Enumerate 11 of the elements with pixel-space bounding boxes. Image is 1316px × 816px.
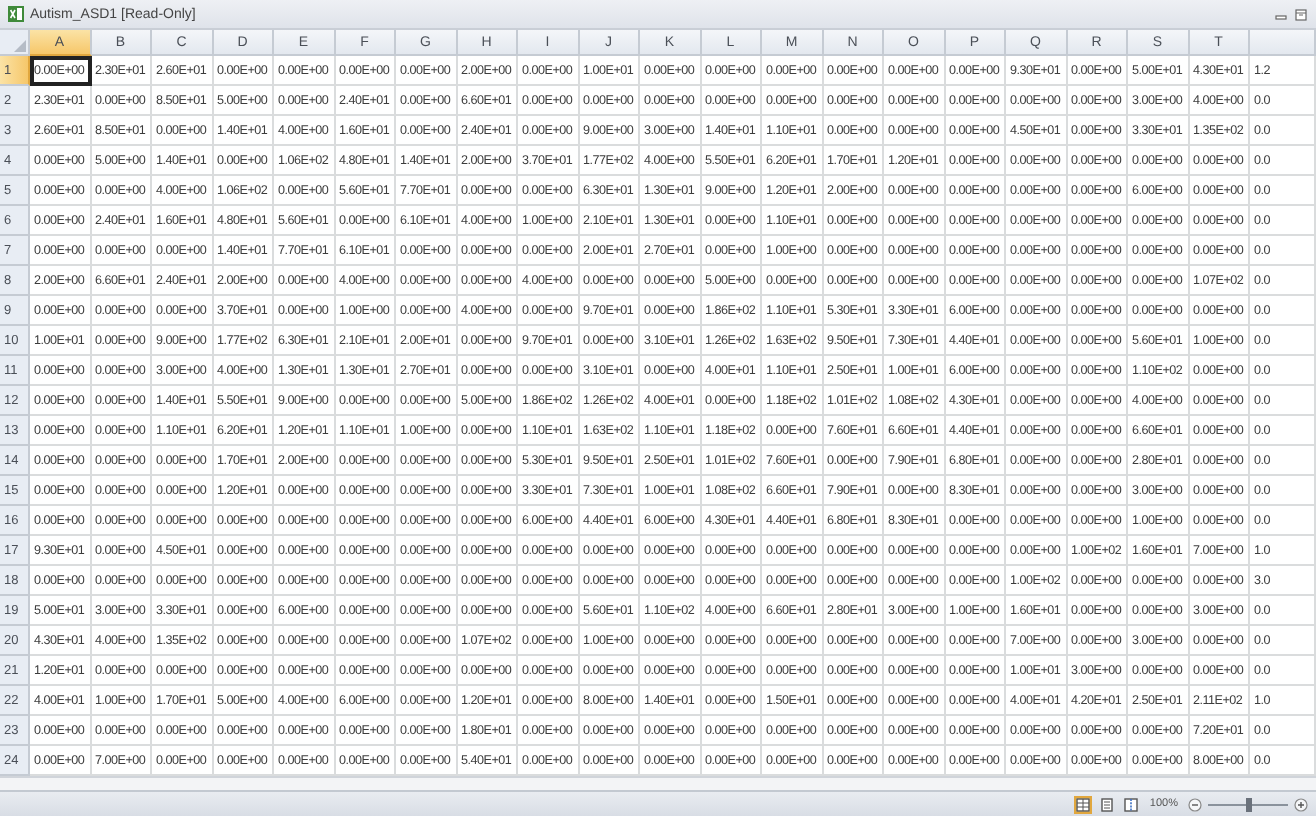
slider-thumb[interactable] bbox=[1245, 797, 1251, 811]
normal-view-icon bbox=[1075, 797, 1090, 811]
zoom-out-icon[interactable] bbox=[1188, 797, 1202, 811]
zoom-in-icon[interactable] bbox=[1294, 797, 1308, 811]
page-break-icon bbox=[1123, 797, 1138, 811]
spreadsheet-icon bbox=[8, 6, 24, 22]
view-button[interactable] bbox=[1097, 795, 1116, 813]
view-button[interactable] bbox=[1073, 795, 1092, 813]
page-layout-icon bbox=[1099, 797, 1114, 811]
view-button[interactable] bbox=[1121, 795, 1140, 813]
restore-icon[interactable] bbox=[1294, 7, 1308, 21]
